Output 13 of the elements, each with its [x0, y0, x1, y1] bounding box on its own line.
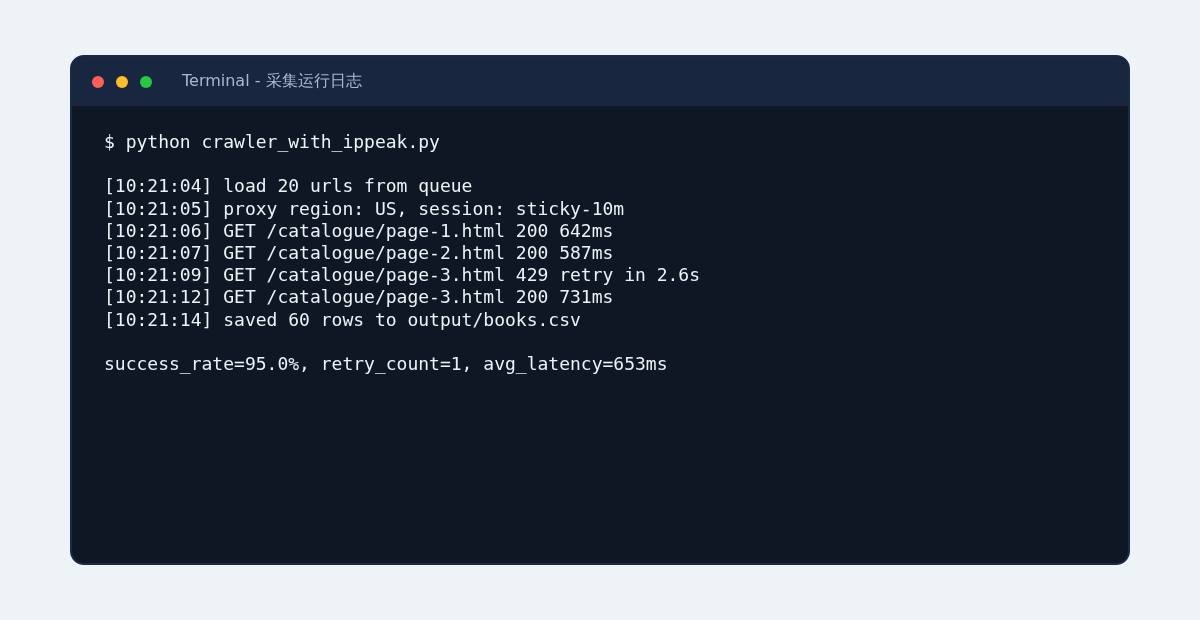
window-control-button[interactable]	[140, 75, 152, 88]
log-line: [10:21:12] GET /catalogue/page-3.html 200 731ms	[104, 286, 614, 309]
log-line: [10:21:09] GET /catalogue/page-3.html 429 retry in 2.6s	[104, 264, 701, 287]
log-line: [10:21:04] load 20 urls from queue	[104, 175, 473, 198]
command-line: $ python crawler_with_ippeak.py	[104, 131, 440, 154]
summary-line: success_rate=95.0%, retry_count=1, avg_latency=653ms	[104, 353, 668, 376]
log-line: [10:21:06] GET /catalogue/page-1.html 200 642ms	[104, 219, 614, 242]
window-title: Terminal - 采集运行日志	[182, 71, 362, 92]
log-line: [10:21:05] proxy region: US, session: sticky-10m	[104, 197, 625, 220]
window-control-button[interactable]	[92, 75, 104, 88]
log-line: [10:21:07] GET /catalogue/page-2.html 200 587ms	[104, 242, 614, 265]
window-control-button[interactable]	[116, 75, 128, 88]
log-line: [10:21:14] saved 60 rows to output/books.csv	[104, 308, 581, 331]
